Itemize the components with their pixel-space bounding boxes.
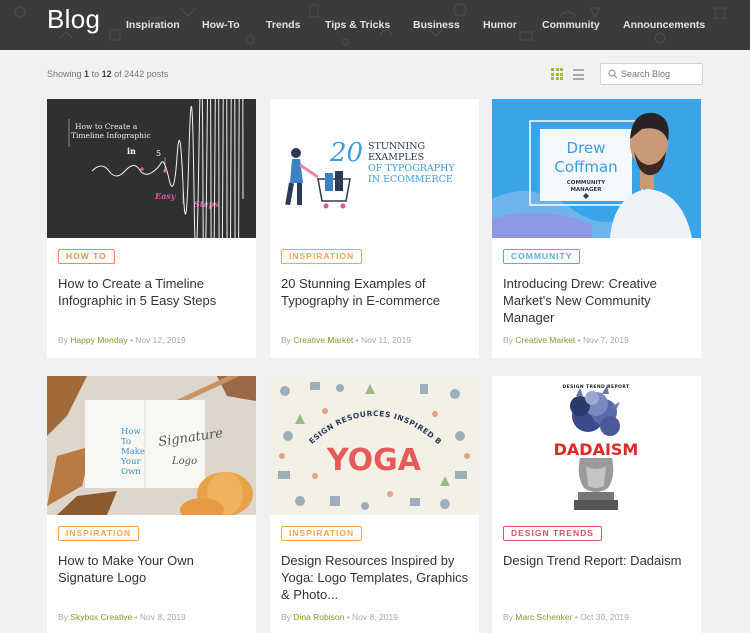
author-link[interactable]: Creative Market [293,335,353,345]
post-byline: By Happy Monday • Nov 12, 2019 [58,335,186,345]
search-box[interactable] [600,63,703,85]
post-title[interactable]: 20 Stunning Examples of Typography in E-… [281,275,473,309]
category-tag[interactable]: Inspiration [281,249,363,264]
svg-text:COMMUNITY: COMMUNITY [567,180,607,186]
svg-text:MANAGER: MANAGER [570,187,602,193]
post-title[interactable]: How to Make Your Own Signature Logo [58,552,250,586]
svg-text:DESIGN TREND REPORT: DESIGN TREND REPORT [562,384,630,390]
post-date: Nov 8, 2019 [352,612,398,622]
author-link[interactable]: Creative Market [515,335,575,345]
community-manager-illustration: Drew Coffman COMMUNITY MANAGER [492,112,692,238]
svg-text:STUNNING: STUNNING [368,141,425,152]
svg-text:Logo: Logo [171,456,197,467]
category-tag[interactable]: How To [58,249,115,264]
svg-text:Drew: Drew [567,139,606,157]
category-tag[interactable]: Inspiration [281,526,363,541]
search-input[interactable] [621,67,701,81]
nav-tips-tricks[interactable]: Tips & Tricks [325,19,390,31]
author-link[interactable]: Marc Schenker [515,612,572,622]
svg-text:Timeline Infographic: Timeline Infographic [71,131,151,140]
svg-text:IN ECOMMERCE: IN ECOMMERCE [368,174,453,185]
post-card[interactable]: Drew Coffman COMMUNITY MANAGER Community… [492,99,701,358]
post-title[interactable]: Design Resources Inspired by Yoga: Logo … [281,552,473,603]
search-icon [608,69,618,79]
svg-text:20: 20 [329,138,363,168]
grid-view-icon[interactable] [551,68,563,80]
category-tag[interactable]: Design Trends [503,526,602,541]
post-card[interactable]: 20 STUNNING EXAMPLES OF TYPOGRAPHY IN EC… [270,99,479,358]
nav-inspiration[interactable]: Inspiration [126,19,180,31]
category-tag[interactable]: Community [503,249,581,264]
author-link[interactable]: Happy Monday [70,335,127,345]
post-thumbnail[interactable]: How to Create a Timeline Infographic in … [47,99,256,238]
nav-business[interactable]: Business [413,19,460,31]
dadaism-illustration: DESIGN TREND REPORT DADAISM [554,384,639,510]
post-thumbnail[interactable]: DESIGN TREND REPORT DADAISM [492,376,701,515]
category-tag[interactable]: Inspiration [58,526,140,541]
svg-text:How to Create a: How to Create a [75,122,138,131]
timeline-infographic-illustration: How to Create a Timeline Infographic in … [68,99,244,238]
svg-text:OF TYPOGRAPHY: OF TYPOGRAPHY [368,163,455,174]
author-link[interactable]: Dina Robison [293,612,344,622]
nav-trends[interactable]: Trends [266,19,300,31]
svg-text:5: 5 [156,149,161,158]
post-date: Nov 8, 2019 [139,612,186,622]
nav-announcements[interactable]: Announcements [623,19,705,31]
post-byline: By Creative Market • Nov 11, 2019 [281,335,411,345]
post-card[interactable]: DESIGN RESOURCES INSPIRED BY YOGA Inspir… [270,376,479,633]
post-byline: By Skybox Creative • Nov 8, 2019 [58,612,186,622]
post-thumbnail[interactable]: 20 STUNNING EXAMPLES OF TYPOGRAPHY IN EC… [270,99,479,238]
nav-community[interactable]: Community [542,19,600,31]
post-date: Nov 12, 2019 [135,335,186,345]
svg-text:DADAISM: DADAISM [554,440,639,459]
post-thumbnail[interactable]: DESIGN RESOURCES INSPIRED BY YOGA [270,376,479,515]
nav-humor[interactable]: Humor [483,19,517,31]
list-view-icon[interactable] [573,69,584,80]
category-nav: Inspiration How-To Trends Tips & Tricks … [0,19,750,33]
post-date: Nov 11, 2019 [361,335,411,345]
post-title[interactable]: How to Create a Timeline Infographic in … [58,275,250,309]
post-date: Nov 7, 2019 [583,335,629,345]
svg-text:Own: Own [121,467,141,477]
signature-logo-illustration: How To Make Your Own Signature Logo [47,376,256,515]
yoga-resources-illustration: DESIGN RESOURCES INSPIRED BY YOGA [270,376,470,510]
svg-text:How: How [121,427,142,437]
svg-text:Your: Your [120,457,141,467]
svg-text:in: in [127,146,136,156]
author-link[interactable]: Skybox Creative [70,612,132,622]
svg-text:YOGA: YOGA [326,443,422,478]
nav-how-to[interactable]: How-To [202,19,240,31]
post-byline: By Dina Robison • Nov 8, 2019 [281,612,398,622]
post-byline: By Marc Schenker • Oct 30, 2019 [503,612,629,622]
post-date: Oct 30, 2019 [580,612,629,622]
post-byline: By Creative Market • Nov 7, 2019 [503,335,629,345]
svg-text:Easy: Easy [154,191,177,201]
svg-text:Make: Make [121,447,145,457]
post-title[interactable]: Introducing Drew: Creative Market's New … [503,275,695,326]
post-thumbnail[interactable]: How To Make Your Own Signature Logo [47,376,256,515]
svg-text:DESIGN RESOURCES INSPIRED BY: DESIGN RESOURCES INSPIRED BY [270,376,443,446]
post-title[interactable]: Design Trend Report: Dadaism [503,552,695,569]
svg-text:To: To [121,437,131,447]
typography-ecommerce-illustration: 20 STUNNING EXAMPLES OF TYPOGRAPHY IN EC… [285,138,455,209]
svg-text:Coffman: Coffman [554,158,617,176]
post-thumbnail[interactable]: Drew Coffman COMMUNITY MANAGER [492,99,701,238]
site-header: Blog Inspiration How-To Trends Tips & Tr… [0,0,750,50]
results-count: Showing 1 to 12 of 2442 posts [47,69,169,79]
post-card[interactable]: DESIGN TREND REPORT DADAISM Design Trend… [492,376,701,633]
post-card[interactable]: How to Create a Timeline Infographic in … [47,99,256,358]
svg-text:EXAMPLES: EXAMPLES [368,152,424,163]
post-card[interactable]: How To Make Your Own Signature Logo Insp… [47,376,256,633]
